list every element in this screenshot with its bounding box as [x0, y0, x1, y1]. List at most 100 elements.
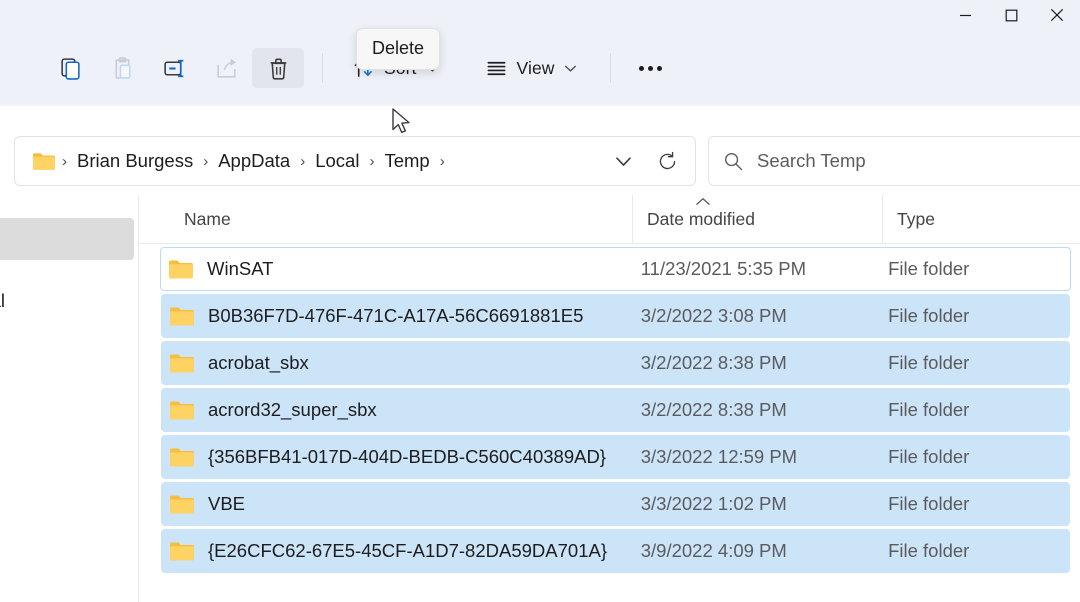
file-type-cell: File folder	[874, 493, 1070, 515]
trash-icon	[270, 58, 286, 80]
file-name-label: acrord32_super_sbx	[208, 399, 377, 420]
rename-icon	[163, 59, 183, 77]
file-date-cell: 11/23/2021 5:35 PM	[627, 258, 874, 280]
file-type-cell: File folder	[874, 446, 1070, 468]
breadcrumb-item-temp[interactable]: Temp	[377, 146, 436, 176]
navigation-pane[interactable]: onal	[0, 196, 139, 602]
file-row[interactable]: {356BFB41-017D-404D-BEDB-C560C40389AD} 3/…	[161, 435, 1070, 479]
refresh-icon	[659, 151, 675, 169]
nav-item-label: onal	[0, 290, 5, 311]
breadcrumb-separator: ›	[369, 152, 375, 170]
refresh-button[interactable]	[645, 141, 689, 181]
view-label: View	[516, 57, 555, 78]
column-header-name[interactable]: Name	[139, 195, 632, 243]
folder-icon	[170, 495, 194, 514]
close-button[interactable]	[1034, 0, 1080, 30]
file-name-cell: VBE	[161, 493, 627, 515]
see-more-button[interactable]	[625, 48, 677, 88]
file-type-label: File folder	[888, 352, 970, 373]
share-button[interactable]	[200, 48, 252, 88]
copy-button[interactable]	[44, 48, 96, 88]
breadcrumb-separator: ›	[203, 152, 209, 170]
delete-button[interactable]	[252, 48, 304, 88]
file-type-cell: File folder	[874, 399, 1070, 421]
file-date-label: 3/2/2022 3:08 PM	[640, 305, 787, 326]
file-type-label: File folder	[888, 258, 970, 279]
file-type-cell: File folder	[874, 352, 1070, 374]
delete-tooltip: Delete	[356, 28, 441, 70]
file-name-cell: WinSAT	[161, 258, 627, 280]
file-name-label: {E26CFC62-67E5-45CF-A1D7-82DA59DA701A}	[208, 540, 607, 561]
view-list-icon	[487, 61, 505, 75]
search-input[interactable]: Search Temp	[757, 150, 866, 172]
file-date-cell: 3/2/2022 8:38 PM	[627, 399, 874, 421]
nav-selected-item[interactable]	[0, 218, 134, 260]
file-type-cell: File folder	[874, 258, 1070, 280]
column-header-name-label: Name	[184, 208, 231, 229]
file-type-label: File folder	[888, 399, 970, 420]
file-date-label: 11/23/2021 5:35 PM	[640, 258, 807, 279]
file-row[interactable]: acrord32_super_sbx 3/2/2022 8:38 PM File f…	[161, 388, 1070, 432]
file-date-label: 3/2/2022 8:38 PM	[640, 352, 787, 373]
maximize-icon	[1005, 9, 1017, 21]
address-folder-icon-wrap	[27, 141, 61, 181]
minimize-button[interactable]	[942, 0, 988, 30]
file-row[interactable]: {E26CFC62-67E5-45CF-A1D7-82DA59DA701A} 3/…	[161, 529, 1070, 573]
search-box[interactable]: Search Temp	[708, 136, 1080, 186]
rename-button[interactable]	[148, 48, 200, 88]
sort-ascending-caret-icon	[696, 198, 710, 205]
column-header-type-label: Type	[897, 208, 935, 229]
breadcrumb-item-local[interactable]: Local	[308, 146, 366, 176]
file-name-label: B0B36F7D-476F-471C-A17A-56C6691881E5	[208, 305, 584, 326]
file-name-cell: acrobat_sbx	[161, 352, 627, 374]
folder-icon	[170, 307, 194, 326]
column-header-date-modified[interactable]: Date modified	[632, 195, 882, 243]
breadcrumb-item-appdata[interactable]: AppData	[211, 146, 297, 176]
copy-icon	[60, 57, 80, 80]
file-type-cell: File folder	[874, 540, 1070, 562]
minimize-icon	[959, 14, 971, 16]
search-icon	[725, 152, 743, 170]
file-row[interactable]: B0B36F7D-476F-471C-A17A-56C6691881E5 3/2/…	[161, 294, 1070, 338]
breadcrumb-separator: ›	[300, 152, 306, 170]
view-button[interactable]: View	[474, 48, 588, 88]
file-date-label: 3/2/2022 8:38 PM	[640, 399, 787, 420]
file-date-cell: 3/3/2022 1:02 PM	[627, 493, 874, 515]
ellipsis-dot	[639, 65, 645, 71]
breadcrumb: › Brian Burgess › AppData › Local › Temp…	[61, 146, 601, 176]
file-type-label: File folder	[888, 540, 970, 561]
breadcrumb-separator: ›	[62, 152, 67, 170]
file-date-label: 3/3/2022 12:59 PM	[640, 446, 798, 467]
column-header-type[interactable]: Type	[882, 195, 1080, 243]
file-name-cell: acrord32_super_sbx	[161, 399, 627, 421]
folder-icon	[170, 401, 194, 420]
folder-icon	[170, 354, 194, 373]
ellipsis-dot	[648, 65, 654, 71]
file-name-label: VBE	[208, 493, 246, 514]
toolbar-separator-2	[609, 53, 611, 83]
file-list[interactable]: WinSAT 11/23/2021 5:35 PM File folder B0B36…	[139, 244, 1080, 602]
file-name-cell: {356BFB41-017D-404D-BEDB-C560C40389AD}	[161, 446, 627, 468]
file-date-label: 3/3/2022 1:02 PM	[640, 493, 787, 514]
chevron-down-icon	[564, 65, 576, 72]
file-name-label: WinSAT	[207, 258, 274, 279]
file-type-label: File folder	[888, 493, 970, 514]
share-icon	[216, 58, 236, 78]
address-bar[interactable]: › Brian Burgess › AppData › Local › Temp…	[14, 136, 696, 186]
file-type-label: File folder	[888, 446, 970, 467]
file-type-cell: File folder	[874, 305, 1070, 327]
file-date-cell: 3/2/2022 3:08 PM	[627, 305, 874, 327]
previous-locations-button[interactable]	[601, 141, 645, 181]
file-explorer-window: Sort View	[0, 0, 1080, 602]
chevron-down-icon	[615, 156, 631, 166]
file-row[interactable]: WinSAT 11/23/2021 5:35 PM File folder	[160, 247, 1071, 291]
maximize-button[interactable]	[988, 0, 1034, 30]
paste-button[interactable]	[96, 48, 148, 88]
breadcrumb-item-user[interactable]: Brian Burgess	[70, 146, 200, 176]
file-name-cell: {E26CFC62-67E5-45CF-A1D7-82DA59DA701A}	[161, 540, 627, 562]
file-row[interactable]: acrobat_sbx 3/2/2022 8:38 PM File folder	[161, 341, 1070, 385]
file-row[interactable]: VBE 3/3/2022 1:02 PM File folder	[161, 482, 1070, 526]
ellipsis-dot	[657, 65, 663, 71]
command-bar: Sort View	[0, 30, 1080, 106]
file-name-label: {356BFB41-017D-404D-BEDB-C560C40389AD}	[208, 446, 606, 467]
